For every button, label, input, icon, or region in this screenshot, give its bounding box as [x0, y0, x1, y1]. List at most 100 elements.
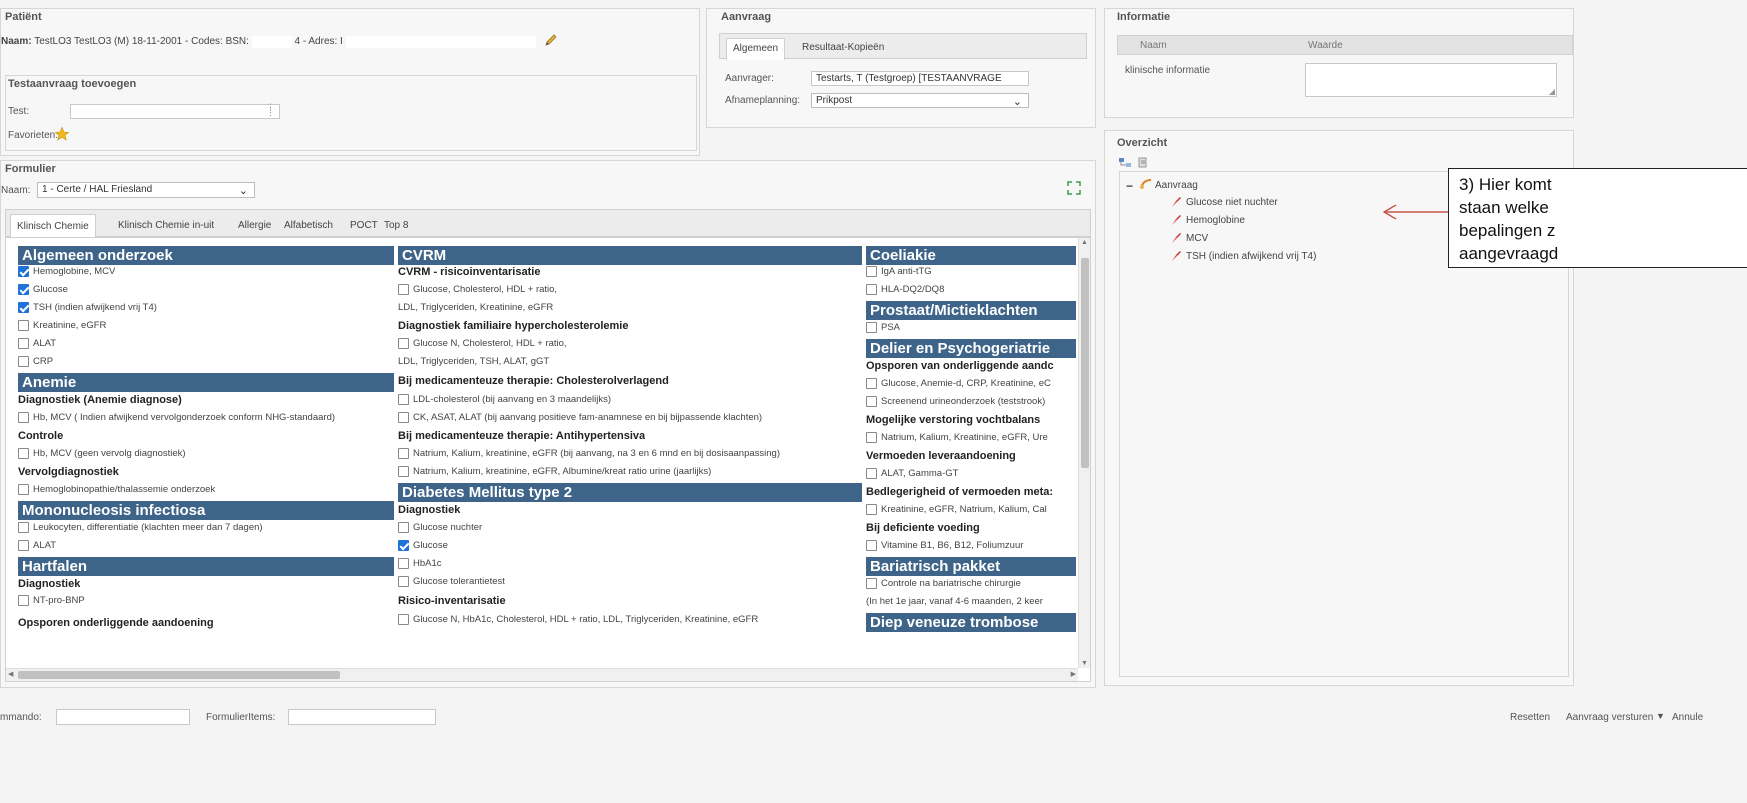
- checkbox[interactable]: [866, 396, 877, 407]
- expand-tree-icon[interactable]: [1119, 157, 1133, 172]
- checkbox[interactable]: [18, 412, 29, 423]
- tree-item[interactable]: MCV: [1170, 232, 1208, 244]
- checkbox-item[interactable]: Natrium, Kalium, kreatinine, eGFR (bij a…: [398, 448, 780, 459]
- aanvraag-versturen-button[interactable]: Aanvraag versturen: [1566, 712, 1653, 723]
- checkbox[interactable]: [866, 378, 877, 389]
- checkbox[interactable]: [398, 558, 409, 569]
- checkbox-item[interactable]: Glucose: [398, 540, 448, 551]
- checkbox-item[interactable]: Glucose: [18, 284, 68, 295]
- annuleren-button[interactable]: Annule: [1672, 712, 1703, 723]
- checkbox-item[interactable]: Glucose, Cholesterol, HDL + ratio,: [398, 284, 557, 295]
- checkbox-item[interactable]: Hemoglobine, MCV: [18, 266, 115, 277]
- tab-allergie[interactable]: Allergie: [232, 214, 277, 238]
- scroll-right-icon[interactable]: ▶: [1071, 670, 1076, 678]
- scroll-down-icon[interactable]: ▼: [1081, 660, 1088, 667]
- checkbox-item[interactable]: Kreatinine, eGFR: [18, 320, 106, 331]
- checkbox[interactable]: [398, 338, 409, 349]
- checkbox[interactable]: [18, 302, 29, 313]
- fullscreen-icon[interactable]: [1067, 181, 1081, 198]
- checkbox-item[interactable]: HLA-DQ2/DQ8: [866, 284, 1076, 295]
- checkbox-item[interactable]: IgA anti-tTG: [866, 266, 1076, 277]
- checkbox-item[interactable]: Hb, MCV ( Indien afwijkend vervolgonderz…: [18, 412, 335, 423]
- checkbox-item[interactable]: Natrium, Kalium, kreatinine, eGFR, Album…: [398, 466, 711, 477]
- tree-root[interactable]: − Aanvraag: [1126, 178, 1198, 193]
- aanvrager-field[interactable]: Testarts, T (Testgroep) [TESTAANVRAGE: [811, 71, 1029, 86]
- scrollbar-thumb[interactable]: [1081, 258, 1089, 468]
- commando-input[interactable]: [56, 709, 190, 725]
- checkbox-item[interactable]: CK, ASAT, ALAT (bij aanvang positieve fa…: [398, 412, 762, 423]
- checkbox[interactable]: [398, 284, 409, 295]
- checkbox[interactable]: [398, 522, 409, 533]
- checkbox[interactable]: [18, 522, 29, 533]
- scrollbar-thumb[interactable]: [18, 671, 340, 679]
- checkbox[interactable]: [398, 540, 409, 551]
- caret-down-icon[interactable]: ▼: [1656, 711, 1665, 721]
- checkbox[interactable]: [18, 484, 29, 495]
- collapse-minus-icon[interactable]: −: [1126, 179, 1133, 193]
- checkbox[interactable]: [398, 576, 409, 587]
- tree-item[interactable]: TSH (indien afwijkend vrij T4): [1170, 250, 1316, 262]
- checkbox[interactable]: [398, 448, 409, 459]
- tree-item[interactable]: Glucose niet nuchter: [1170, 196, 1278, 208]
- tab-klinisch-chemie-in-uit[interactable]: Klinisch Chemie in-uit: [112, 214, 220, 238]
- checkbox[interactable]: [866, 432, 877, 443]
- checkbox[interactable]: [866, 468, 877, 479]
- checkbox[interactable]: [18, 266, 29, 277]
- tab-alfabetisch[interactable]: Alfabetisch: [278, 214, 339, 238]
- checkbox-item[interactable]: Glucose tolerantietest: [398, 576, 505, 587]
- tree-item[interactable]: Hemoglobine: [1170, 214, 1245, 226]
- checkbox-item[interactable]: NT-pro-BNP: [18, 595, 85, 606]
- checkbox-item[interactable]: Screenend urineonderzoek (teststrook): [866, 396, 1076, 407]
- checkbox-item[interactable]: Natrium, Kalium, Kreatinine, eGFR, Ure: [866, 432, 1076, 443]
- checkbox-item[interactable]: Vitamine B1, B6, B12, Foliumzuur: [866, 540, 1076, 551]
- checkbox[interactable]: [398, 466, 409, 477]
- star-icon[interactable]: [54, 126, 70, 145]
- checkbox-item[interactable]: LDL-cholesterol (bij aanvang en 3 maande…: [398, 394, 611, 405]
- horizontal-scrollbar[interactable]: ◀ ▶: [6, 668, 1078, 681]
- checkbox[interactable]: [18, 284, 29, 295]
- formulieritems-input[interactable]: [288, 709, 436, 725]
- scroll-up-icon[interactable]: ▲: [1081, 239, 1088, 246]
- tab-top-8[interactable]: Top 8: [378, 214, 414, 238]
- checkbox-item[interactable]: HbA1c: [398, 558, 442, 569]
- checkbox-item[interactable]: ALAT, Gamma-GT: [866, 468, 1076, 479]
- checkbox[interactable]: [18, 448, 29, 459]
- checkbox[interactable]: [398, 412, 409, 423]
- checkbox-item[interactable]: Hemoglobinopathie/thalassemie onderzoek: [18, 484, 215, 495]
- checkbox-item[interactable]: PSA: [866, 322, 1076, 333]
- checkbox-item[interactable]: Controle na bariatrische chirurgie: [866, 578, 1076, 589]
- formulier-select[interactable]: 1 - Certe / HAL Friesland ⌄: [37, 182, 255, 198]
- checkbox-item[interactable]: ALAT: [18, 338, 56, 349]
- checkbox[interactable]: [398, 614, 409, 625]
- checkbox[interactable]: [18, 540, 29, 551]
- checkbox[interactable]: [866, 540, 877, 551]
- checkbox-item[interactable]: TSH (indien afwijkend vrij T4): [18, 302, 157, 313]
- afnameplanning-select[interactable]: Prikpost ⌄: [811, 93, 1029, 108]
- checkbox[interactable]: [866, 322, 877, 333]
- resetten-button[interactable]: Resetten: [1510, 712, 1550, 723]
- checkbox[interactable]: [18, 320, 29, 331]
- checkbox[interactable]: [866, 578, 877, 589]
- checkbox[interactable]: [18, 595, 29, 606]
- vertical-scrollbar[interactable]: ▲ ▼: [1078, 238, 1090, 668]
- checkbox-item[interactable]: Leukocyten, differentiatie (klachten mee…: [18, 522, 263, 533]
- checkbox-item[interactable]: Glucose nuchter: [398, 522, 482, 533]
- checkbox-item[interactable]: Glucose N, Cholesterol, HDL + ratio,: [398, 338, 567, 349]
- klinische-informatie-field[interactable]: ◢: [1305, 63, 1557, 97]
- checkbox-item[interactable]: Glucose N, HbA1c, Cholesterol, HDL + rat…: [398, 614, 758, 625]
- checkbox[interactable]: [866, 266, 877, 277]
- checkbox[interactable]: [18, 338, 29, 349]
- tab-klinisch-chemie[interactable]: Klinisch Chemie: [10, 214, 96, 238]
- collapse-tree-icon[interactable]: [1137, 157, 1149, 172]
- test-input[interactable]: ⋮ ⋮: [70, 103, 280, 119]
- checkbox[interactable]: [398, 394, 409, 405]
- scroll-left-icon[interactable]: ◀: [8, 670, 13, 678]
- checkbox-item[interactable]: Hb, MCV (geen vervolg diagnostiek): [18, 448, 186, 459]
- checkbox-item[interactable]: Kreatinine, eGFR, Natrium, Kalium, Cal: [866, 504, 1076, 515]
- checkbox[interactable]: [866, 284, 877, 295]
- tab-algemeen[interactable]: Algemeen: [726, 38, 786, 60]
- checkbox-item[interactable]: CRP: [18, 356, 53, 367]
- pencil-icon[interactable]: [544, 33, 558, 50]
- checkbox-item[interactable]: Glucose, Anemie-d, CRP, Kreatinine, eC: [866, 378, 1076, 389]
- checkbox[interactable]: [18, 356, 29, 367]
